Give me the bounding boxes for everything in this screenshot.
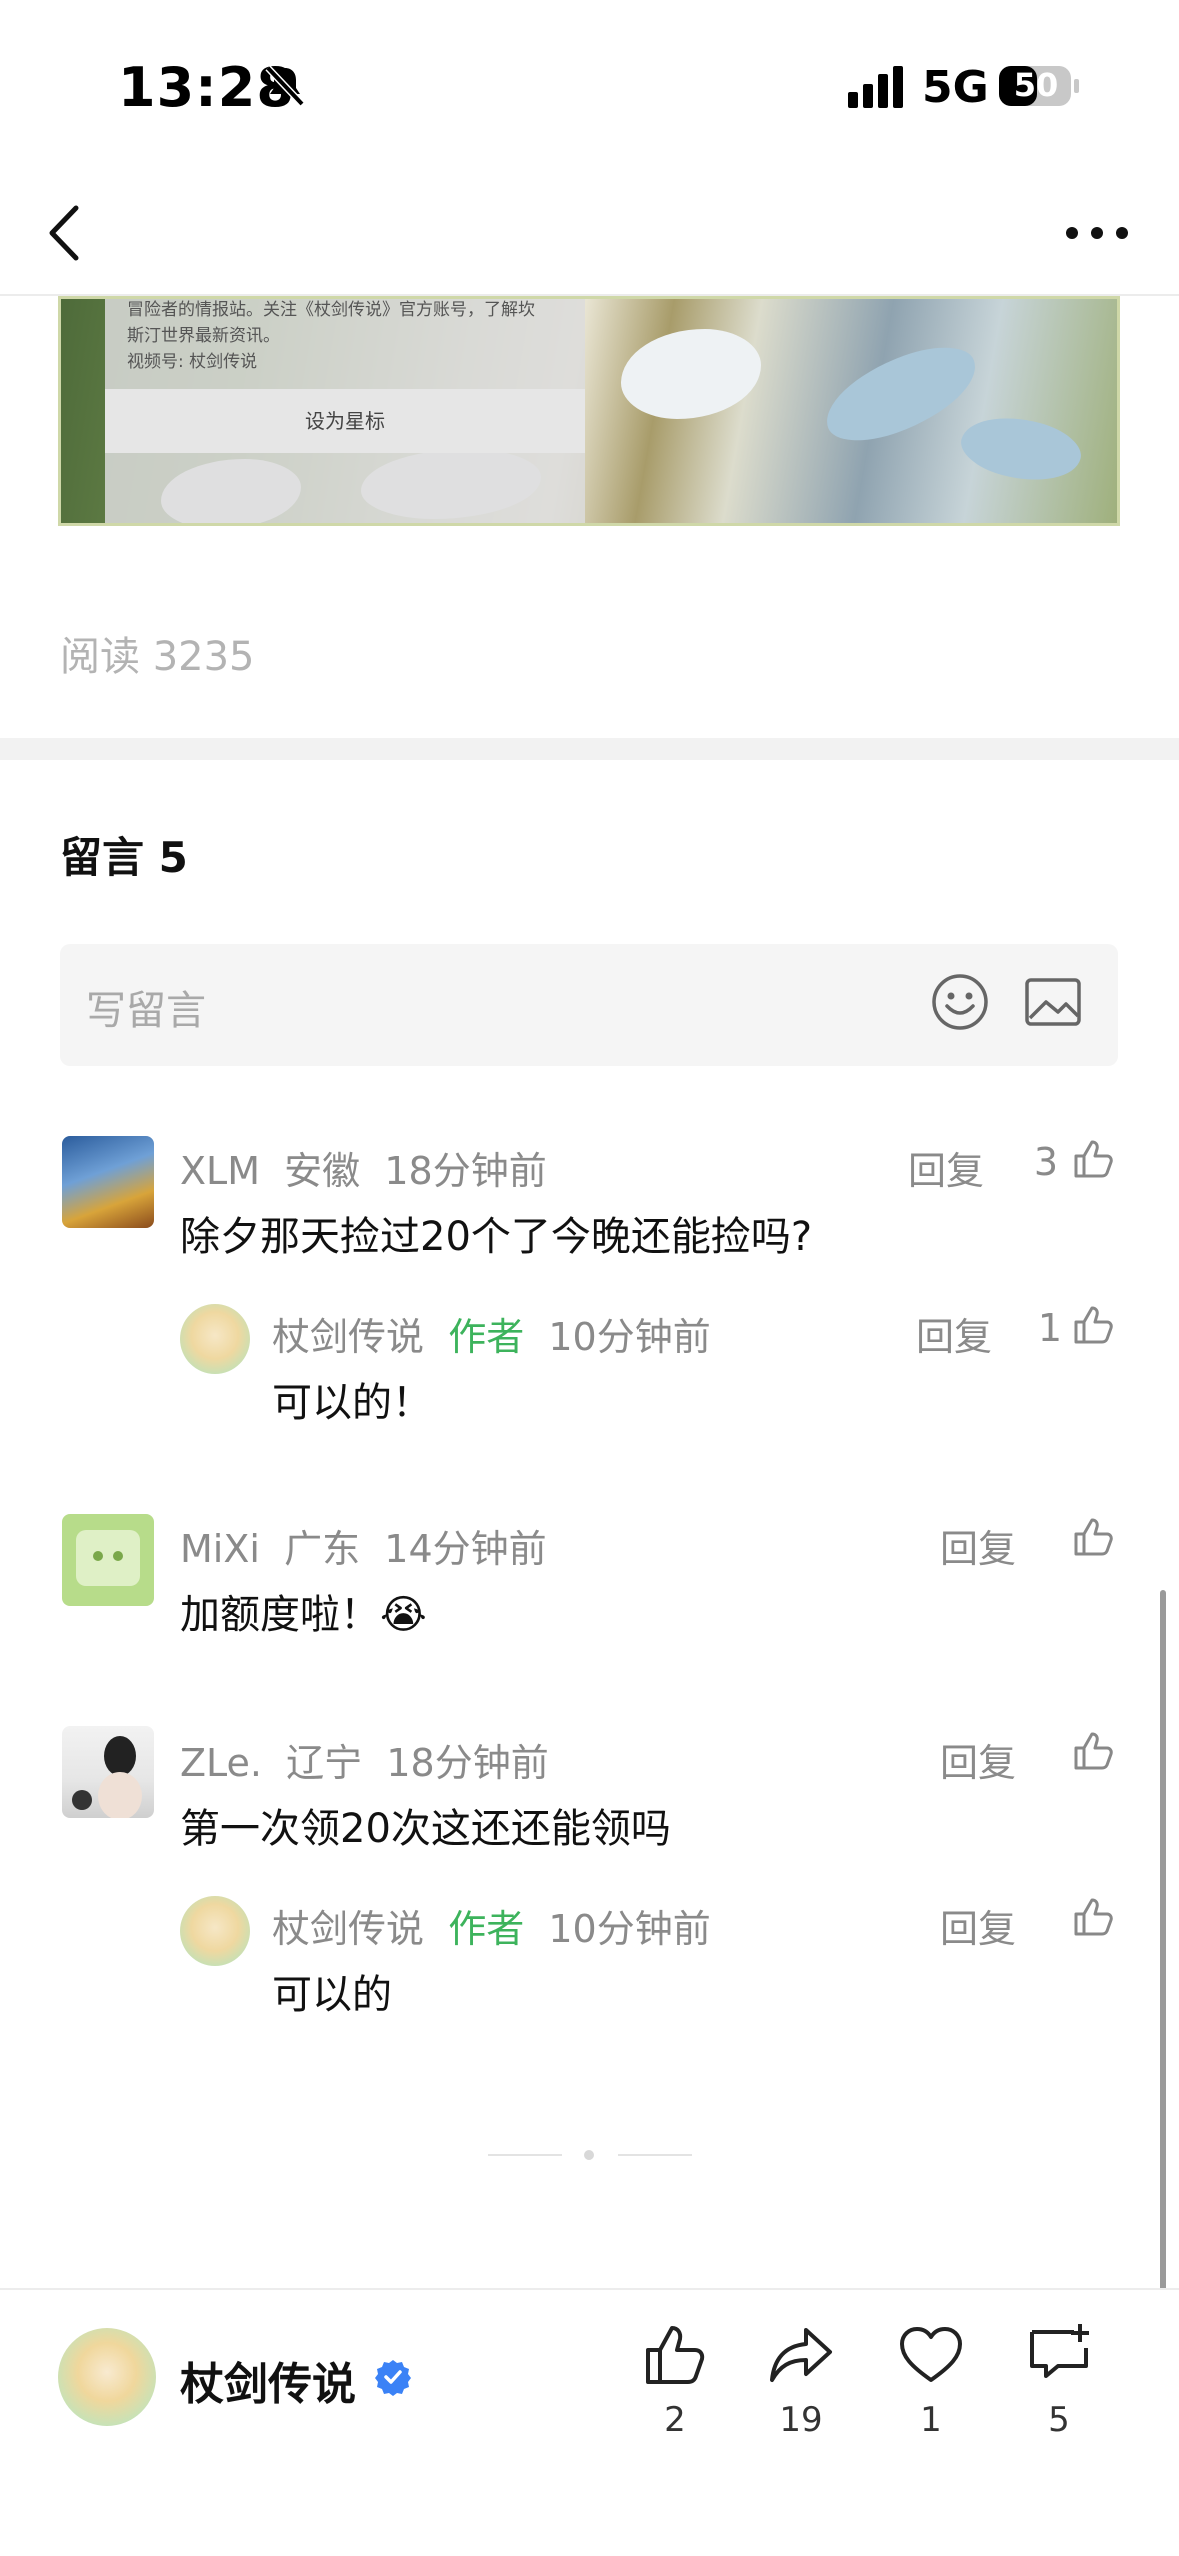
end-dot: [584, 2150, 594, 2160]
reply-3-text: 可以的: [272, 1972, 392, 2018]
signal-icon: [848, 66, 903, 108]
reply-1-text: 可以的！: [272, 1380, 432, 1426]
overlay-text-line-3: 视频号: 杖剑传说: [127, 352, 258, 372]
heart-icon[interactable]: [896, 2320, 966, 2390]
favorite-count: 1: [920, 2400, 942, 2440]
battery-icon: 50: [998, 64, 1080, 108]
comment-3-location: 辽宁: [286, 1741, 363, 1785]
thumbs-up-icon[interactable]: [1072, 1896, 1114, 1938]
reply-1-meta: 杖剑传说 作者 10分钟前: [272, 1306, 711, 1361]
overlay-text-line-2: 斯汀世界最新资讯。: [127, 326, 280, 346]
account-avatar[interactable]: [58, 2328, 156, 2426]
silent-bell-icon: [265, 65, 305, 107]
comment-3-text: 第一次领20次这还还能领吗: [180, 1806, 671, 1852]
avatar[interactable]: [180, 1896, 250, 1966]
like-count: 2: [664, 2400, 686, 2440]
comment-3-time: 18分钟前: [386, 1741, 549, 1785]
reply-3-meta: 杖剑传说 作者 10分钟前: [272, 1898, 711, 1953]
status-bar: 13:28 5G 50: [0, 0, 1179, 170]
comment-1-meta: XLM 安徽 18分钟前: [180, 1140, 547, 1195]
comments-title: 留言 5: [60, 833, 188, 882]
comment-2-location: 广东: [284, 1527, 361, 1571]
reply-1-reply-button[interactable]: 回复: [916, 1306, 992, 1361]
share-count: 19: [779, 2400, 823, 2440]
battery-level: 50: [1013, 66, 1059, 104]
avatar[interactable]: [62, 1726, 154, 1818]
end-divider-right: [618, 2154, 692, 2156]
comment-2-text: 加额度啦！😭: [180, 1592, 427, 1638]
comment-count: 5: [1048, 2400, 1070, 2440]
thumbs-up-icon[interactable]: [1072, 1516, 1114, 1558]
comment-1-like-count: 3: [1033, 1140, 1058, 1184]
reply-1-user[interactable]: 杖剑传说: [272, 1315, 424, 1359]
back-arrow-icon[interactable]: [40, 198, 90, 268]
reply-1-like-count: 1: [1037, 1306, 1062, 1350]
overlay-text-line-1: 冒险者的情报站。关注《杖剑传说》官方账号，了解坎: [127, 300, 535, 320]
comment-1-text: 除夕那天捡过20个了今晚还能捡吗?: [180, 1214, 813, 1260]
article-image: 冒险者的情报站。关注《杖剑传说》官方账号，了解坎 斯汀世界最新资讯。 视频号: …: [58, 296, 1120, 526]
comment-1-reply-button[interactable]: 回复: [908, 1140, 984, 1195]
comment-1-time: 18分钟前: [384, 1149, 547, 1193]
set-star-button[interactable]: 设为星标: [105, 389, 585, 453]
read-count: 阅读 3235: [60, 634, 255, 680]
verified-badge-icon: [375, 2360, 411, 2396]
scrollbar[interactable]: [1160, 1590, 1166, 2380]
comment-input-placeholder: 写留言: [86, 988, 206, 1034]
network-type: 5G: [922, 62, 989, 113]
comment-3-reply-button[interactable]: 回复: [940, 1732, 1016, 1787]
navigation-bar: [0, 170, 1179, 296]
avatar[interactable]: [180, 1304, 250, 1374]
thumbs-up-icon[interactable]: [640, 2320, 710, 2390]
avatar[interactable]: [62, 1136, 154, 1228]
end-divider-left: [488, 2154, 562, 2156]
comment-1-location: 安徽: [284, 1149, 361, 1193]
reply-1-time: 10分钟前: [548, 1315, 711, 1359]
thumbs-up-icon[interactable]: [1072, 1304, 1114, 1346]
comment-2-meta: MiXi 广东 14分钟前: [180, 1518, 547, 1573]
comment-2-user[interactable]: MiXi: [180, 1527, 260, 1571]
comment-3-meta: ZLe. 辽宁 18分钟前: [180, 1732, 549, 1787]
comment-1-user[interactable]: XLM: [180, 1149, 260, 1193]
account-name[interactable]: 杖剑传说: [180, 2348, 356, 2412]
bottom-bar: 杖剑传说 2 19 1 5: [0, 2288, 1179, 2556]
reply-3-time: 10分钟前: [548, 1907, 711, 1951]
more-options-icon[interactable]: [1060, 208, 1134, 258]
avatar[interactable]: [62, 1514, 154, 1606]
author-badge: 作者: [448, 1315, 525, 1359]
comment-3-user[interactable]: ZLe.: [180, 1741, 262, 1785]
reply-3-reply-button[interactable]: 回复: [940, 1898, 1016, 1953]
share-icon[interactable]: [766, 2320, 836, 2390]
comment-2-time: 14分钟前: [384, 1527, 547, 1571]
author-badge: 作者: [448, 1907, 525, 1951]
thumbs-up-icon[interactable]: [1072, 1730, 1114, 1772]
emoji-icon[interactable]: [930, 972, 990, 1032]
comment-add-icon[interactable]: [1024, 2320, 1094, 2390]
section-divider: [0, 738, 1179, 760]
reply-3-user[interactable]: 杖剑传说: [272, 1907, 424, 1951]
comment-input[interactable]: 写留言: [60, 944, 1118, 1066]
comment-2-reply-button[interactable]: 回复: [940, 1518, 1016, 1573]
thumbs-up-icon[interactable]: [1072, 1138, 1114, 1180]
image-icon[interactable]: [1024, 976, 1082, 1028]
